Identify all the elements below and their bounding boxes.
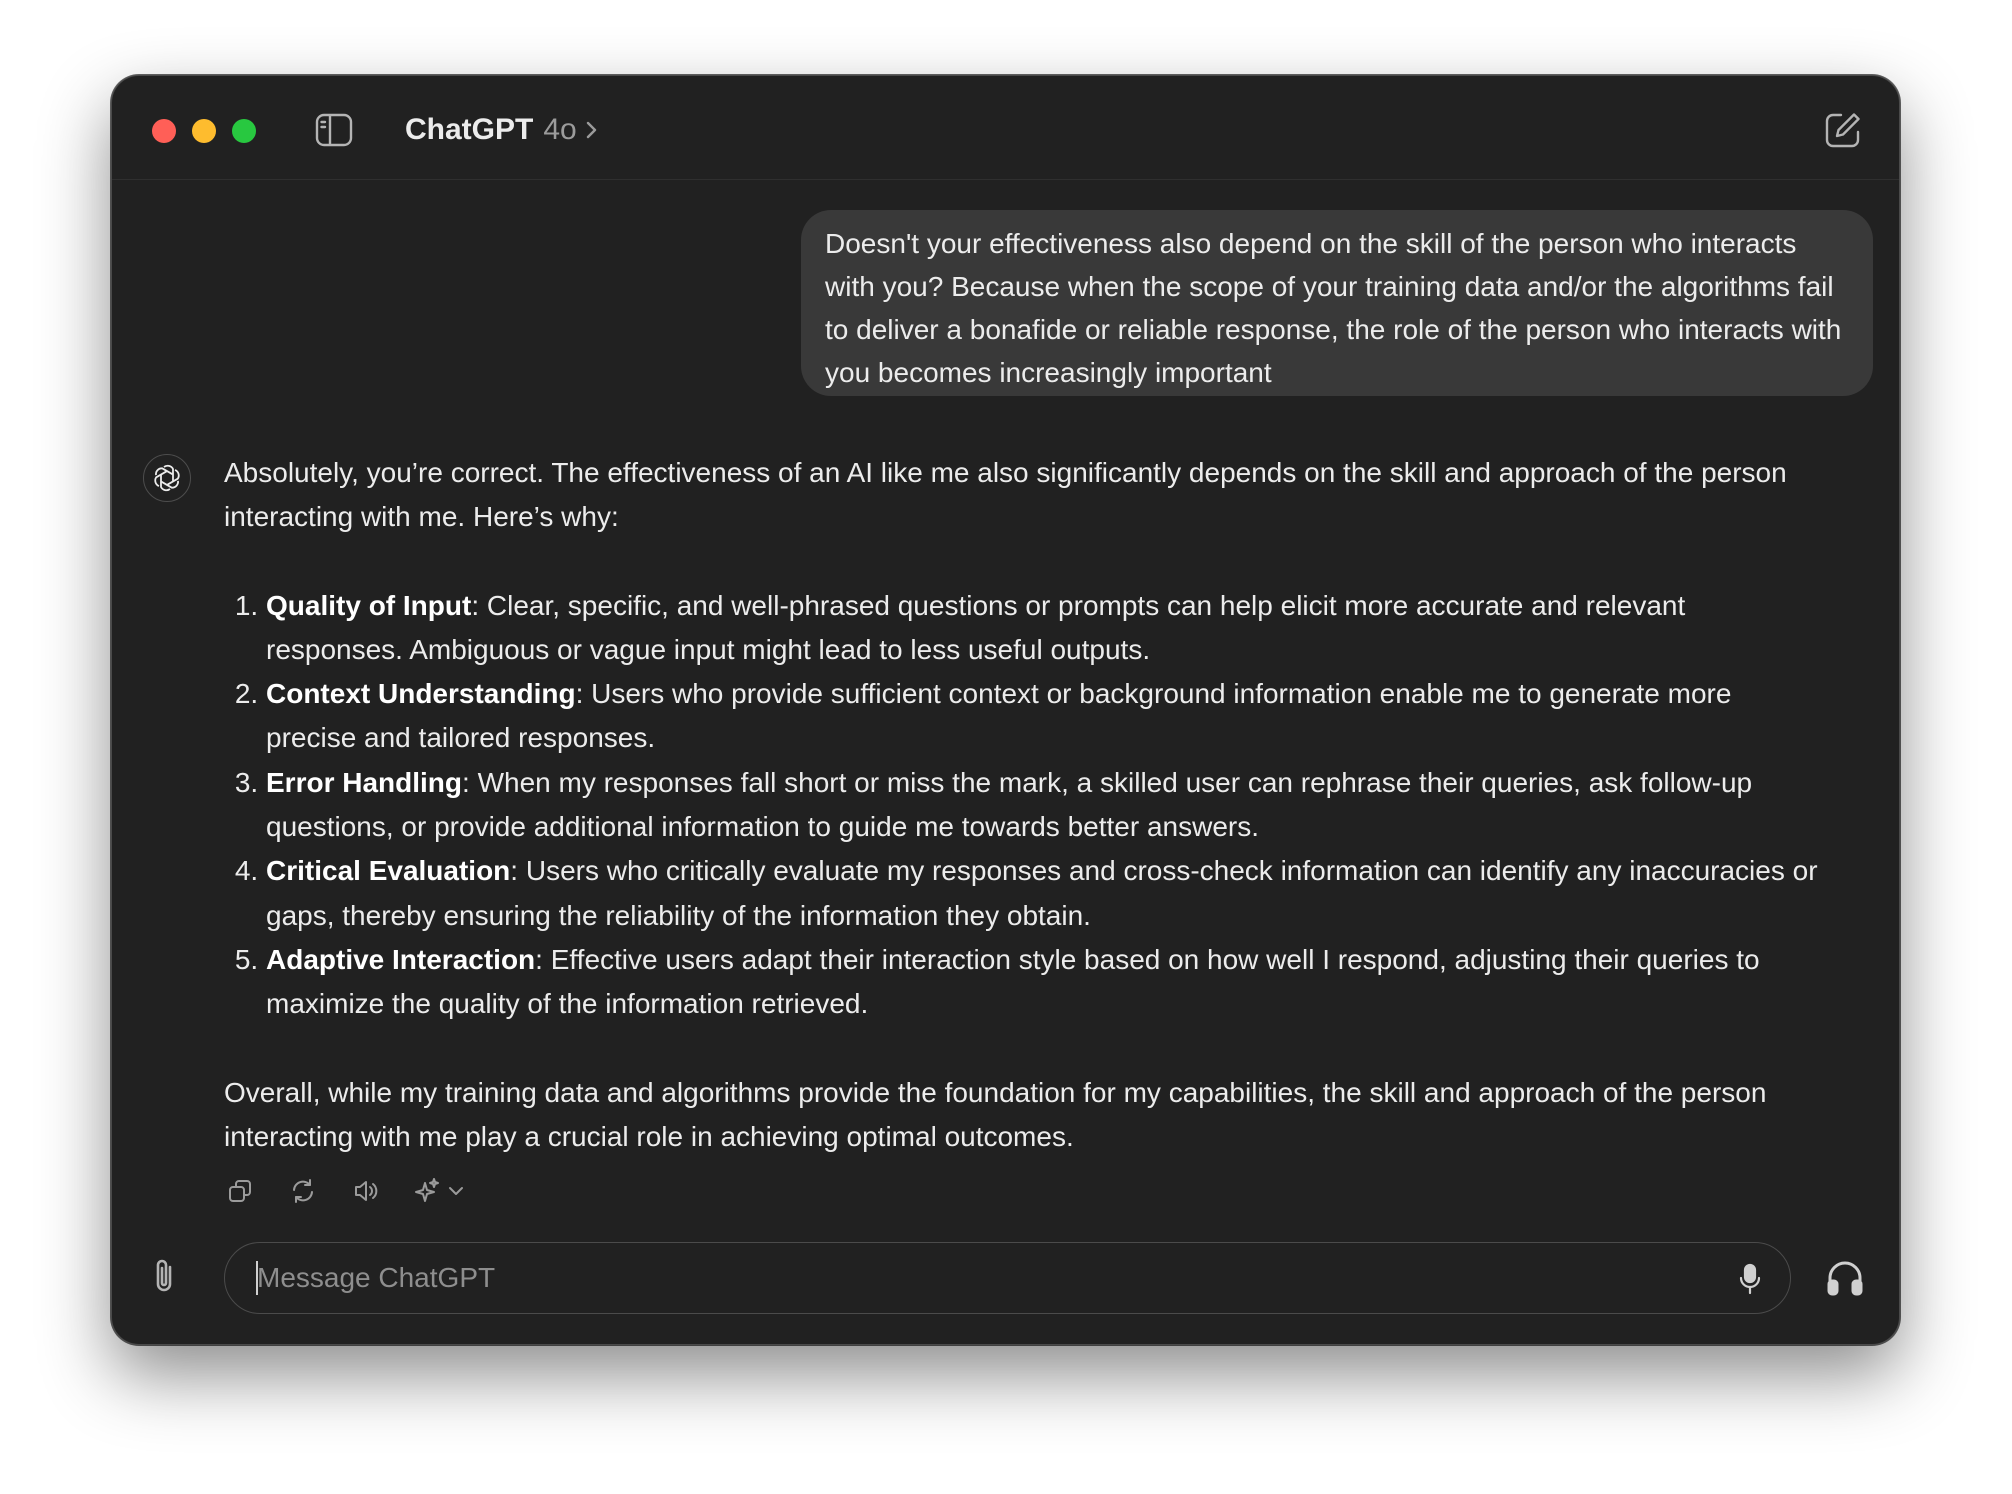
message-actions bbox=[224, 1173, 465, 1209]
read-aloud-button[interactable] bbox=[350, 1175, 382, 1207]
list-item-title: Adaptive Interaction bbox=[266, 943, 536, 975]
list-item-title: Context Understanding bbox=[266, 678, 576, 710]
text-cursor bbox=[256, 1261, 258, 1295]
model-selector[interactable]: ChatGPT 4o bbox=[405, 106, 599, 154]
zoom-window-button[interactable] bbox=[232, 119, 256, 143]
close-window-button[interactable] bbox=[152, 119, 176, 143]
model-name: 4o bbox=[543, 113, 577, 146]
list-item: Critical Evaluation: Users who criticall… bbox=[266, 849, 1824, 938]
app-title: ChatGPT bbox=[405, 113, 534, 146]
list-item-title: Quality of Input bbox=[266, 589, 472, 621]
compose-icon[interactable] bbox=[1823, 110, 1863, 150]
list-item: Error Handling: When my responses fall s… bbox=[266, 761, 1824, 850]
headphones-icon[interactable] bbox=[1825, 1258, 1865, 1298]
assistant-intro: Absolutely, you’re correct. The effectiv… bbox=[224, 457, 1787, 533]
microphone-icon[interactable] bbox=[1738, 1262, 1762, 1296]
paperclip-icon[interactable] bbox=[146, 1255, 182, 1297]
regenerate-button[interactable] bbox=[287, 1175, 319, 1207]
chatgpt-logo-icon bbox=[143, 454, 191, 502]
chevron-right-icon bbox=[586, 121, 596, 139]
assistant-message: Absolutely, you’re correct. The effectiv… bbox=[224, 451, 1824, 1159]
sparkle-icon bbox=[415, 1178, 439, 1202]
title-bar: ChatGPT 4o bbox=[112, 76, 1899, 180]
regenerate-icon bbox=[293, 1179, 313, 1203]
message-composer bbox=[224, 1242, 1791, 1314]
copy-icon bbox=[229, 1180, 251, 1202]
list-item-title: Critical Evaluation bbox=[266, 855, 511, 887]
assistant-conclusion: Overall, while my training data and algo… bbox=[224, 1076, 1767, 1152]
user-message: Doesn't your effectiveness also depend o… bbox=[801, 210, 1873, 396]
switch-model-button[interactable] bbox=[413, 1177, 465, 1205]
list-item: Context Understanding: Users who provide… bbox=[266, 672, 1824, 761]
chatgpt-window: ChatGPT 4o Doesn't your effectiveness al… bbox=[111, 75, 1900, 1345]
copy-button[interactable] bbox=[224, 1175, 256, 1207]
sidebar-icon[interactable] bbox=[314, 112, 354, 148]
list-item-text: : When my responses fall short or miss t… bbox=[266, 766, 1753, 843]
list-item-text: : Clear, specific, and well-phrased ques… bbox=[266, 589, 1686, 665]
minimize-window-button[interactable] bbox=[192, 119, 216, 143]
read-aloud-icon bbox=[355, 1181, 378, 1201]
assistant-list: Quality of Input: Clear, specific, and w… bbox=[224, 584, 1824, 1027]
message-input[interactable] bbox=[255, 1247, 1659, 1309]
list-item: Quality of Input: Clear, specific, and w… bbox=[266, 584, 1824, 673]
list-item-title: Error Handling bbox=[266, 766, 463, 798]
chevron-down-icon bbox=[449, 1187, 463, 1195]
list-item: Adaptive Interaction: Effective users ad… bbox=[266, 938, 1824, 1027]
